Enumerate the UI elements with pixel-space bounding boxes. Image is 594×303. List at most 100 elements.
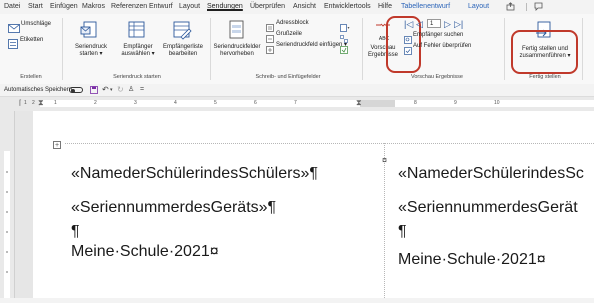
table-column-divider: [384, 143, 385, 298]
autosave-toggle[interactable]: [69, 87, 83, 93]
horizontal-ruler[interactable]: ⌈ ⧗ ⧗ 1 2 1 2 3 4 5 6 7 8 9 10: [0, 96, 594, 112]
qat-more-icon[interactable]: =: [140, 84, 144, 96]
tab-layout[interactable]: Layout: [179, 0, 200, 14]
start-mail-merge-icon: [80, 20, 100, 40]
tab-layout-table[interactable]: Layout: [468, 0, 489, 14]
highlight-fields-icon: [228, 20, 246, 40]
group-label-schreib-einfuegefelder: Schreib- und Einfügefelder: [255, 74, 321, 80]
ruler-number: 2: [94, 100, 97, 106]
group-label-fertig-stellen: Fertig stellen: [529, 74, 561, 80]
divider: [526, 3, 527, 11]
group-separator: [210, 18, 211, 80]
indent-marker-icon[interactable]: ⧗: [38, 98, 44, 108]
tab-sendungen[interactable]: Sendungen: [207, 0, 243, 14]
empfaenger-auswaehlen-button[interactable]: Empfänger auswählen ▾: [117, 44, 159, 58]
undo-dropdown-icon[interactable]: ▾: [110, 84, 113, 96]
empfaengerliste-bearbeiten-button[interactable]: Empfängerliste bearbeiten: [160, 44, 206, 58]
check-errors-icon: [404, 42, 412, 55]
tab-tabellenentwurf[interactable]: Tabellenentwurf: [401, 0, 450, 14]
ruler-number: 2: [32, 100, 35, 106]
seriendruckfeld-einfuegen-button[interactable]: Seriendruckfeld einfügen ▾: [276, 42, 347, 49]
table-move-handle-icon[interactable]: +: [53, 141, 61, 149]
ruler-number: 8: [414, 100, 417, 106]
labels-icon: [8, 36, 18, 49]
paragraph-mark[interactable]: ¶: [71, 223, 80, 241]
empfaenger-suchen-button[interactable]: Empfänger suchen: [413, 32, 463, 39]
tab-ueberpruefen[interactable]: Überprüfen: [250, 0, 285, 14]
tab-start[interactable]: Start: [28, 0, 43, 14]
merge-field-serial-right[interactable]: «SeriennummerdesGerät: [398, 199, 578, 217]
address-block-icon: [266, 19, 274, 32]
auf-fehler-ueberpruefen-button[interactable]: Auf Fehler überprüfen: [413, 43, 471, 50]
tab-entwicklertools[interactable]: Entwicklertools: [324, 0, 371, 14]
highlight-fertig-stellen: [511, 30, 578, 74]
umschlaege-button[interactable]: Umschläge: [21, 21, 51, 28]
column-marker-icon[interactable]: ⧗: [356, 98, 362, 108]
last-record-icon[interactable]: ▷|: [454, 20, 463, 29]
etiketten-button[interactable]: Etiketten: [20, 37, 43, 44]
rules-icon[interactable]: [340, 19, 350, 32]
group-label-vorschau-ergebnisse: Vorschau Ergebnisse: [411, 74, 463, 80]
autosave-label: Automatisches Speichern: [4, 87, 73, 93]
group-separator: [582, 18, 583, 80]
ruler-number: 1: [54, 100, 57, 106]
ruler-number: 6: [254, 100, 257, 106]
comments-icon[interactable]: [534, 2, 543, 11]
first-record-icon[interactable]: |◁: [404, 20, 413, 29]
select-recipients-icon: [127, 20, 147, 40]
ruler-number: 7: [294, 100, 297, 106]
button-label-2: hervorheben: [220, 51, 254, 57]
group-separator: [362, 18, 363, 80]
merge-field-serial[interactable]: «SeriennummerdesGeräts»¶: [71, 199, 276, 217]
button-label: Empfängerliste: [162, 44, 204, 50]
paragraph-mark-right[interactable]: ¶: [398, 223, 407, 241]
ruler-number: 3: [134, 100, 137, 106]
merge-field-name-right[interactable]: «NamederSchülerindesSc: [398, 165, 584, 183]
edit-recipients-icon: [172, 20, 192, 40]
school-text[interactable]: Meine·Schule·2021¤: [71, 243, 219, 261]
ruler-number: 4: [174, 100, 177, 106]
undo-icon[interactable]: ↶: [102, 84, 109, 96]
seriendruck-starten-button[interactable]: Seriendruck starten ▾: [68, 44, 114, 58]
tab-stop-icon[interactable]: ⌈: [19, 99, 22, 107]
vertical-ruler-ticks: [4, 151, 10, 298]
redo-icon[interactable]: ↻: [117, 84, 124, 96]
ruler-number: 10: [494, 100, 500, 106]
insert-field-icon: [266, 41, 274, 54]
table-border-top: [65, 143, 594, 144]
ruler-number: 1: [24, 100, 27, 106]
seriendruckfelder-hervorheben-button[interactable]: Seriendruckfelder hervorheben: [212, 44, 262, 58]
customize-icon[interactable]: ♙: [128, 84, 134, 96]
document-page[interactable]: + ¤ «NamederSchülerindesSchülers»¶ «Seri…: [33, 111, 594, 298]
vertical-ruler[interactable]: [0, 111, 15, 298]
tab-datei[interactable]: Datei: [4, 0, 20, 14]
tab-referenzen[interactable]: Referenzen: [111, 0, 147, 14]
envelope-icon: [8, 20, 20, 33]
button-label: Seriendruckfelder: [213, 44, 261, 50]
ribbon-tab-bar: Datei Start Einfügen Makros Referenzen E…: [0, 0, 594, 14]
tab-einfuegen[interactable]: Einfügen: [50, 0, 78, 14]
find-recipient-icon: [404, 31, 412, 44]
share-icon[interactable]: [506, 2, 515, 11]
greeting-line-icon: [266, 30, 274, 43]
update-labels-icon[interactable]: [340, 41, 348, 54]
tab-ansicht[interactable]: Ansicht: [293, 0, 316, 14]
group-separator: [62, 18, 63, 80]
quick-access-toolbar: Automatisches Speichern ↶ ▾ ↻ ♙ =: [0, 84, 594, 96]
previous-record-icon[interactable]: ◁: [416, 20, 423, 29]
school-text-right[interactable]: Meine·Schule·2021¤: [398, 251, 546, 269]
adressblock-button[interactable]: Adressblock: [276, 20, 309, 27]
record-number-input[interactable]: 1: [427, 19, 441, 28]
tab-hilfe[interactable]: Hilfe: [378, 0, 392, 14]
toggle-knob: [71, 88, 75, 93]
group-label-seriendruck-starten: Seriendruck starten: [113, 74, 161, 80]
group-separator: [504, 18, 505, 80]
next-record-icon[interactable]: ▷: [444, 20, 451, 29]
button-label-2: auswählen ▾: [121, 51, 155, 57]
ruler-number: 5: [214, 100, 217, 106]
tab-makros[interactable]: Makros: [82, 0, 105, 14]
merge-field-name[interactable]: «NamederSchülerindesSchülers»¶: [71, 165, 318, 183]
grusszeile-button[interactable]: Grußzeile: [276, 31, 302, 38]
match-fields-icon[interactable]: [340, 30, 348, 43]
tab-entwurf[interactable]: Entwurf: [149, 0, 173, 14]
